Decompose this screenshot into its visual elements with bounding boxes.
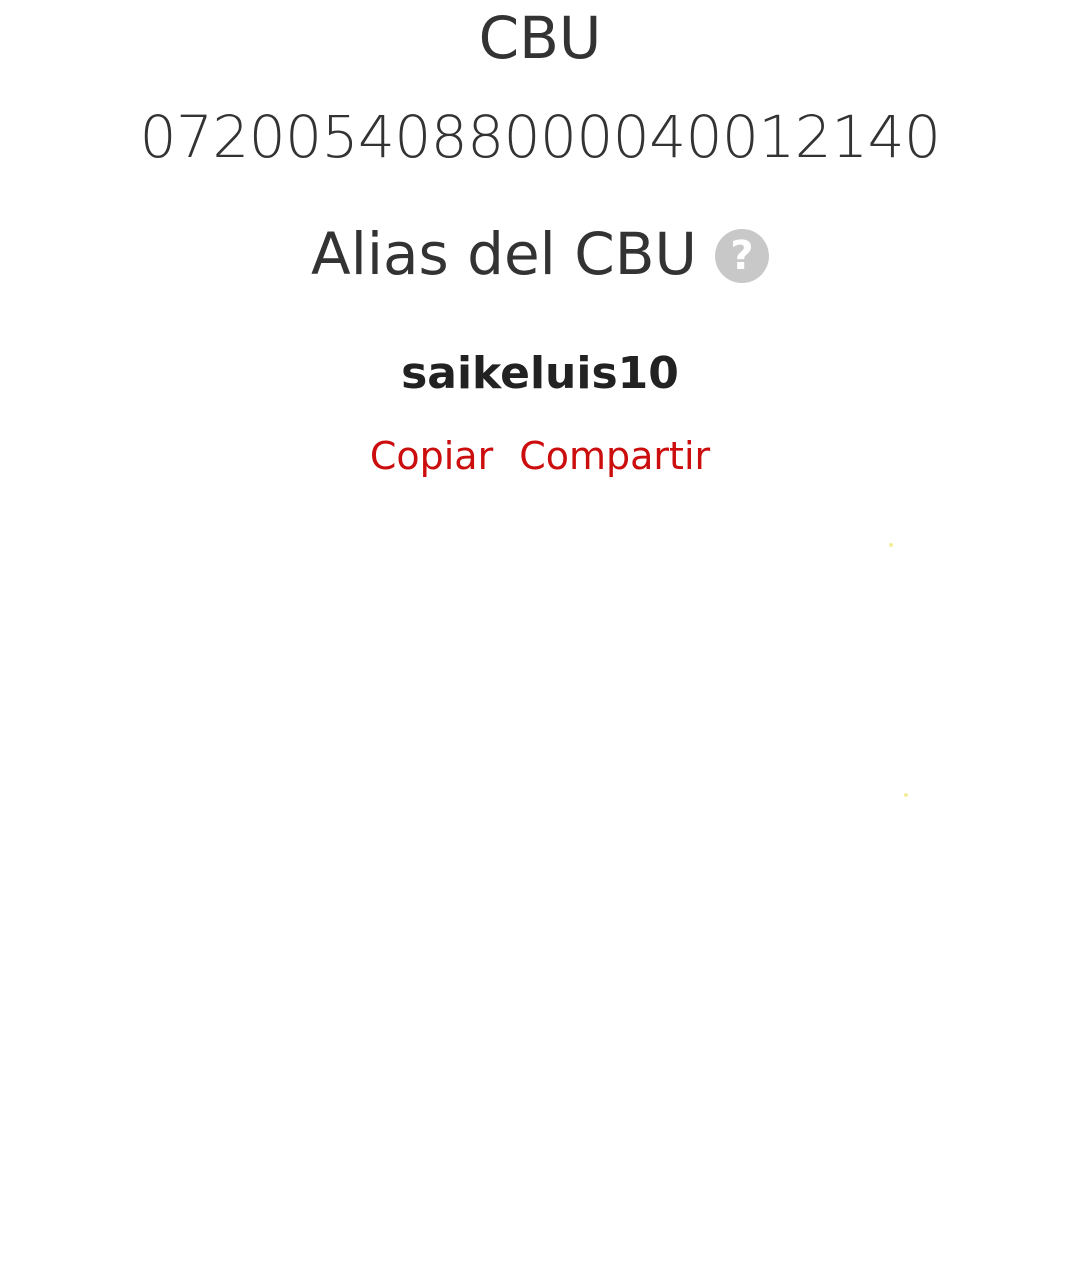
alias-heading: Alias del CBU (311, 220, 697, 288)
dust-speck (889, 543, 893, 547)
alias-header: Alias del CBU ? (0, 218, 1080, 290)
dust-speck (904, 793, 908, 797)
cbu-heading: CBU (478, 4, 602, 72)
cbu-number: 0720054088000040012140 (139, 103, 941, 171)
cbu-alias-screen: CBU 0720054088000040012140 Alias del CBU… (0, 0, 1080, 1261)
alias-actions: Copiar Compartir (0, 430, 1080, 482)
share-button[interactable]: Compartir (519, 430, 710, 482)
question-circle-icon[interactable]: ? (714, 229, 769, 283)
copy-button[interactable]: Copiar (370, 430, 493, 482)
alias-value: saikeluis10 (401, 348, 679, 399)
